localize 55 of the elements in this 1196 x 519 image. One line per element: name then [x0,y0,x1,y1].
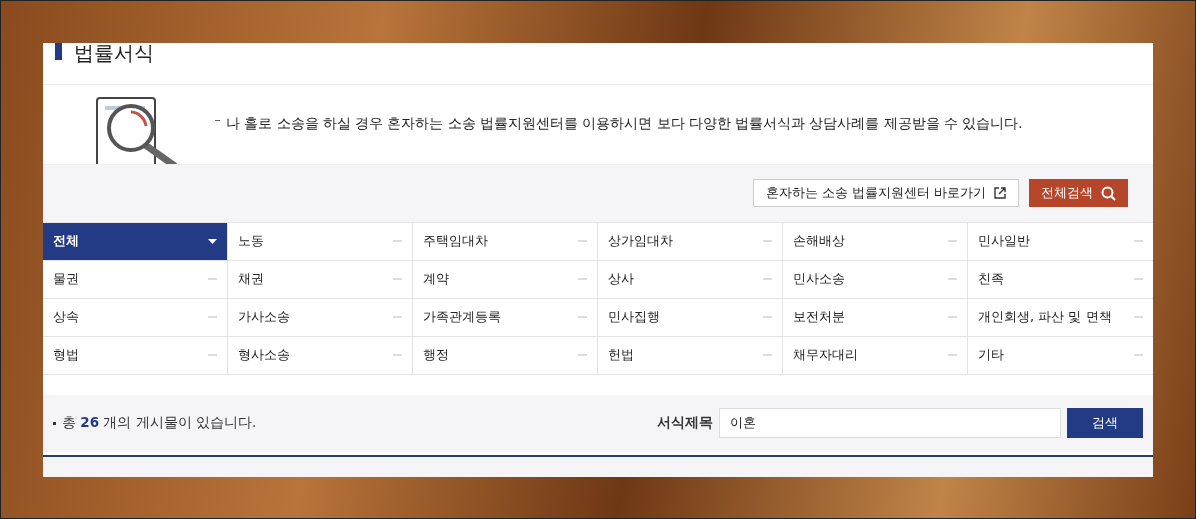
title-marker-icon [55,43,62,60]
minus-icon [948,240,957,243]
minus-icon [208,316,217,319]
category-tab[interactable]: 민사집행 [598,298,783,337]
page-title: 법률서식 [74,43,154,67]
minus-icon [948,354,957,357]
minus-icon [763,278,772,281]
category-tab[interactable]: 채권 [228,260,413,299]
category-tab[interactable]: 물권 [43,260,228,299]
minus-icon [393,278,402,281]
minus-icon [208,278,217,281]
search-button[interactable]: 검색 [1067,408,1143,439]
category-tab[interactable]: 가족관계등록 [413,298,598,337]
category-tab[interactable]: 상속 [43,298,228,337]
category-tab[interactable]: 민사소송 [783,260,968,299]
category-tab[interactable]: 헌법 [598,336,783,375]
minus-icon [393,240,402,243]
full-search-button[interactable]: 전체검색 [1029,179,1128,208]
category-tab[interactable]: 손해배상 [783,222,968,261]
minus-icon [578,278,587,281]
minus-icon [763,354,772,357]
minus-icon [208,354,217,357]
minus-icon [578,316,587,319]
minus-icon [393,354,402,357]
minus-icon [1134,316,1143,319]
category-tab[interactable]: 노동 [228,222,413,261]
category-tab[interactable]: 가사소송 [228,298,413,337]
category-tab[interactable]: 상사 [598,260,783,299]
minus-icon [763,316,772,319]
minus-icon [1134,278,1143,281]
post-count-text: 총 26 개의 게시물이 있습니다. [53,414,257,433]
category-tab[interactable]: 형법 [43,336,228,375]
category-tab[interactable]: 형사소송 [228,336,413,375]
minus-icon [578,354,587,357]
search-label: 서식제목 [657,414,713,433]
minus-icon [1134,240,1143,243]
help-center-link[interactable]: 혼자하는 소송 법률지원센터 바로가기 [753,179,1019,208]
minus-icon [578,240,587,243]
category-tab[interactable]: 상가임대차 [598,222,783,261]
category-tab[interactable]: 보전처분 [783,298,968,337]
minus-icon [948,316,957,319]
minus-icon [1134,354,1143,357]
search-field[interactable]: 이혼 [719,408,1061,439]
caret-down-icon [208,238,217,244]
intro-text: 나 홀로 소송을 하실 경우 혼자하는 소송 법률지원센터를 이용하시면 보다 다양한 법률서식과 상담사례를 제공받을 수 있습니다. [215,115,1023,134]
category-tab[interactable]: 계약 [413,260,598,299]
category-tab[interactable]: 전체 [43,222,228,261]
search-icon [1101,185,1116,201]
external-link-icon [994,187,1006,200]
minus-icon [763,240,772,243]
minus-icon [393,316,402,319]
minus-icon [948,278,957,281]
category-tab[interactable]: 행정 [413,336,598,375]
category-tab[interactable]: 채무자대리 [783,336,968,375]
category-tab[interactable]: 주택임대차 [413,222,598,261]
